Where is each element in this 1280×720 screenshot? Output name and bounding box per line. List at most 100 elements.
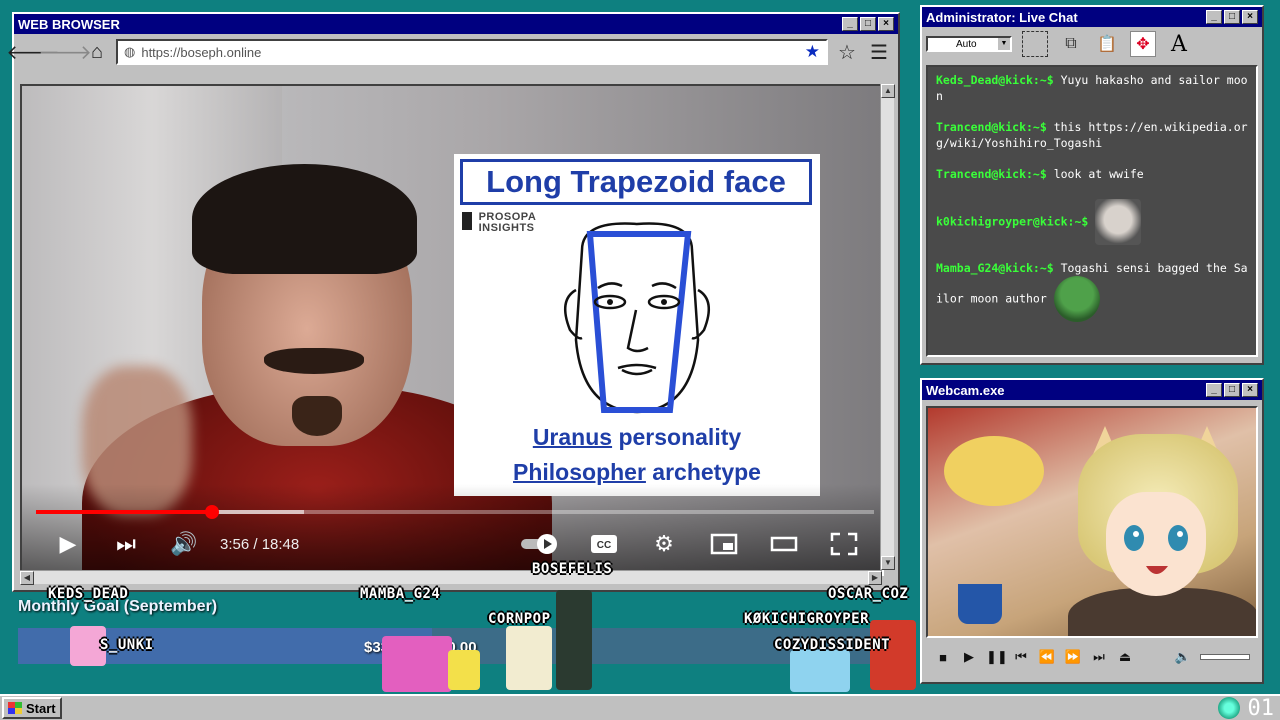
minimize-button[interactable]: _ — [842, 17, 858, 31]
webcam-title: Webcam.exe — [926, 382, 1005, 398]
webcam-window: Webcam.exe _ □ × ■ ▶ ❚❚ ⏮ ⏪ ⏩ ⏭ ⏏ 🔈 — [920, 378, 1264, 684]
chat-title: Administrator: Live Chat — [926, 9, 1078, 25]
chat-username[interactable]: Trancend@kick:~$ — [936, 120, 1047, 134]
close-button[interactable]: × — [1242, 383, 1258, 397]
presentation-slide: Long Trapezoid face PROSOPA INSIGHTS Ura… — [454, 154, 820, 496]
brand-line-2: INSIGHTS — [478, 222, 535, 234]
skip-forward-icon[interactable]: ⏭ — [1090, 649, 1108, 665]
seek-played — [36, 510, 212, 514]
address-url[interactable]: https://boseph.online — [141, 45, 798, 60]
bookmark-star-filled-icon[interactable]: ★ — [805, 42, 820, 62]
chat-log[interactable]: Keds_Dead@kick:~$ Yuyu hakasho and sailo… — [926, 65, 1258, 357]
font-icon[interactable]: A — [1166, 31, 1192, 57]
vertical-scrollbar[interactable]: ▲ ▼ — [880, 84, 895, 570]
volume-slider[interactable] — [1200, 654, 1250, 660]
person-beard — [292, 396, 342, 436]
blue-mug — [958, 584, 1002, 624]
next-icon[interactable]: ⏭ — [110, 528, 142, 560]
play-icon[interactable]: ▶ — [960, 649, 978, 665]
maximize-button[interactable]: □ — [860, 17, 876, 31]
autoplay-toggle-icon[interactable] — [518, 528, 562, 560]
fast-forward-icon[interactable]: ⏩ — [1064, 649, 1082, 665]
speaker-icon[interactable]: 🔈 — [1174, 649, 1192, 665]
skip-back-icon[interactable]: ⏮ — [1012, 649, 1030, 665]
select-tool-icon[interactable] — [1022, 31, 1048, 57]
minimize-button[interactable]: _ — [1206, 383, 1222, 397]
seek-bar[interactable] — [36, 505, 874, 519]
paste-icon[interactable]: 📋 — [1094, 31, 1120, 57]
pause-icon[interactable]: ❚❚ — [986, 649, 1008, 665]
maximize-button[interactable]: □ — [1224, 383, 1240, 397]
chat-username[interactable]: Keds_Dead@kick:~$ — [936, 73, 1054, 87]
settings-gear-icon[interactable]: ⚙ — [648, 528, 680, 560]
slide-line-1: Uranus personality — [454, 424, 820, 451]
forward-arrow-icon[interactable]: 🡒 — [38, 39, 92, 65]
player-name-cozy: COZYDISSIDENT — [774, 637, 891, 653]
stop-icon[interactable]: ■ — [934, 650, 952, 665]
clock: 01 — [1247, 695, 1275, 720]
eject-icon[interactable]: ⏏ — [1116, 649, 1134, 665]
chevron-down-icon[interactable]: ▼ — [998, 38, 1010, 50]
webcam-titlebar[interactable]: Webcam.exe _ □ × — [922, 380, 1262, 400]
chat-message: Mamba_G24@kick:~$ Togashi sensi bagged t… — [936, 261, 1248, 322]
pepe-emote-icon — [1053, 276, 1100, 322]
time-display: 3:56 / 18:48 — [220, 536, 300, 553]
close-button[interactable]: × — [878, 17, 894, 31]
play-icon[interactable]: ▶ — [52, 528, 84, 560]
white-sprite — [506, 626, 552, 690]
chat-titlebar[interactable]: Administrator: Live Chat _ □ × — [922, 7, 1262, 27]
slide-link-uranus: Uranus — [532, 424, 613, 450]
media-controls: ■ ▶ ❚❚ ⏮ ⏪ ⏩ ⏭ ⏏ 🔈 — [926, 644, 1258, 670]
miniplayer-icon[interactable] — [708, 528, 740, 560]
close-button[interactable]: × — [1242, 10, 1258, 24]
horizontal-scrollbar[interactable]: ◀ ▶ — [20, 570, 882, 585]
player-controls — [22, 484, 882, 574]
player-name-keds: KEDS_DEAD — [48, 586, 129, 602]
video-player[interactable]: Long Trapezoid face PROSOPA INSIGHTS Ura… — [20, 84, 884, 576]
move-icon[interactable]: ✥ — [1130, 31, 1156, 57]
face-drawing — [563, 222, 711, 414]
scroll-up-icon[interactable]: ▲ — [881, 84, 895, 98]
chat-username[interactable]: Trancend@kick:~$ — [936, 167, 1047, 181]
windows-logo-icon — [8, 702, 22, 714]
player-name-bosefelis: BOSEFELIS — [532, 561, 613, 577]
player-name-kokichi: KØKICHIGROYPER — [744, 611, 870, 627]
chat-message: k0kichigroyper@kick:~$ — [936, 198, 1248, 245]
seek-knob[interactable] — [204, 505, 219, 519]
scroll-down-icon[interactable]: ▼ — [881, 556, 895, 570]
hamburger-menu-icon[interactable]: ☰ — [866, 39, 892, 65]
fullscreen-icon[interactable] — [828, 528, 860, 560]
copy-icon[interactable]: ⧉ — [1058, 31, 1084, 57]
browser-window: WEB BROWSER _ □ × 🡐 🡒 ⌂ ◍ https://boseph… — [6, 12, 900, 592]
avatar-face — [1106, 492, 1206, 596]
font-size-select[interactable]: Auto ▼ — [926, 36, 1012, 52]
start-button[interactable]: Start — [2, 697, 62, 719]
scroll-right-icon[interactable]: ▶ — [868, 571, 882, 585]
player-name-mamba: MAMBA_G24 — [360, 586, 441, 602]
plush-toy — [944, 436, 1044, 506]
maximize-button[interactable]: □ — [1224, 10, 1240, 24]
bookmark-star-icon[interactable]: ☆ — [834, 39, 860, 65]
slide-brand: PROSOPA INSIGHTS — [462, 212, 536, 234]
person-mustache — [264, 348, 364, 374]
address-bar[interactable]: ◍ https://boseph.online ★ — [116, 39, 828, 65]
browser-titlebar[interactable]: WEB BROWSER _ □ × — [14, 14, 898, 34]
tray-app-icon[interactable] — [1217, 697, 1240, 719]
captions-icon[interactable]: CC — [588, 528, 620, 560]
scroll-left-icon[interactable]: ◀ — [20, 571, 34, 585]
chat-username[interactable]: k0kichigroyper@kick:~$ — [936, 214, 1088, 228]
taskbar: Start 01 — [0, 694, 1280, 720]
pikachu-sprite — [448, 650, 480, 690]
theater-mode-icon[interactable] — [768, 528, 800, 560]
minimize-button[interactable]: _ — [1206, 10, 1222, 24]
font-size-value: Auto — [956, 38, 977, 50]
volume-icon[interactable]: 🔊 — [168, 528, 200, 560]
chat-username[interactable]: Mamba_G24@kick:~$ — [936, 261, 1054, 275]
home-icon[interactable]: ⌂ — [84, 39, 110, 65]
player-name-oscar: OSCAR_COZ — [828, 586, 909, 602]
rewind-icon[interactable]: ⏪ — [1038, 649, 1056, 665]
blue-sprite — [790, 650, 850, 692]
chat-text — [1088, 214, 1095, 228]
chat-message: Keds_Dead@kick:~$ Yuyu hakasho and sailo… — [936, 73, 1248, 104]
red-sprite — [870, 620, 916, 690]
